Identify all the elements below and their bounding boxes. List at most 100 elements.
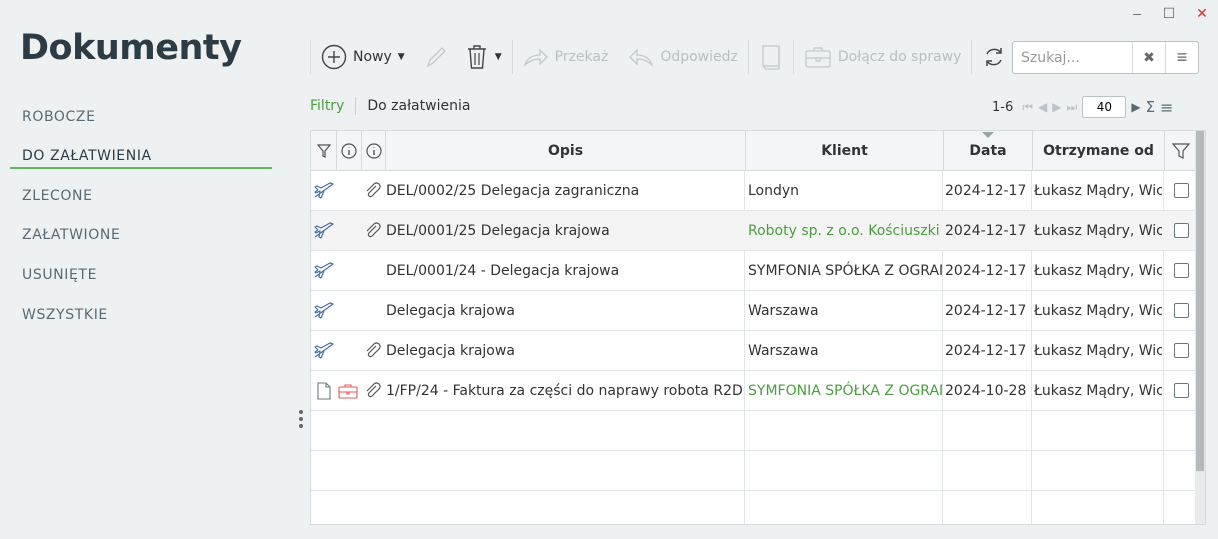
table-row[interactable]: 1/FP/24 - Faktura za części do naprawy r… (311, 371, 1197, 411)
toolbar-divider (792, 40, 794, 74)
reply-button-label: Odpowiedz (660, 49, 738, 65)
panel-splitter-handle[interactable] (299, 410, 303, 431)
paperclip-icon (362, 171, 384, 210)
cell-klient: Warszawa (748, 302, 819, 319)
checkbox-box (1173, 263, 1189, 278)
table-row[interactable]: DEL/0001/25 Delegacja krajowa Roboty sp. … (311, 211, 1197, 251)
forward-button[interactable]: Przekaż (519, 36, 613, 78)
cell-klient: Londyn (748, 182, 800, 199)
table-row[interactable]: Delegacja krajowa Warszawa 2024-12-17 Łukas… (311, 331, 1197, 371)
sidebar-item-zalatwione[interactable]: ZAŁATWIONE (22, 227, 120, 243)
cell-opis: Delegacja krajowa (386, 302, 515, 319)
cell-klient: Roboty sp. z o.o. Kościuszki 1, Warszawa (748, 222, 942, 239)
search-input[interactable] (1013, 42, 1132, 73)
pager-range: 1-6 (992, 99, 1014, 115)
checkbox-box (1173, 343, 1189, 358)
sidebar-item-do-zalatwienia[interactable]: DO ZAŁATWIENIA (22, 148, 152, 164)
apply-page-size-icon[interactable]: ▶ (1131, 100, 1140, 114)
book-button[interactable] (755, 36, 787, 78)
row-checkbox[interactable] (1165, 211, 1197, 250)
sum-icon[interactable]: Σ (1146, 98, 1155, 116)
close-icon: ✕ (1196, 4, 1208, 21)
forward-button-label: Przekaż (554, 49, 609, 65)
page-size-input[interactable] (1082, 96, 1127, 118)
search-clear-button[interactable]: ✖ (1132, 42, 1165, 73)
document-icon (315, 371, 333, 410)
filter-bar: Filtry Do załatwienia (310, 96, 470, 116)
info-icon (365, 142, 382, 159)
column-header-data[interactable]: Data (944, 131, 1033, 170)
grid-header: Opis Klient Data Otrzymane od (311, 131, 1197, 171)
sidebar-item-wszystkie[interactable]: WSZYSTKIE (22, 307, 108, 323)
row-checkbox[interactable] (1165, 251, 1197, 290)
briefcase-icon (805, 47, 831, 68)
column-chooser-header[interactable] (1165, 131, 1197, 170)
cell-opis: Delegacja krajowa (386, 342, 515, 359)
row-checkbox[interactable] (1165, 331, 1197, 370)
cell-data: 2024-12-17 (945, 222, 1027, 239)
table-row[interactable]: DEL/0001/24 - Delegacja krajowa SYMFONIA … (311, 251, 1197, 291)
prev-page-icon[interactable]: ◀ (1038, 100, 1047, 114)
sort-descending-icon (982, 132, 994, 138)
paperclip-icon (362, 371, 384, 410)
book-icon (762, 45, 780, 70)
plane-icon (313, 211, 335, 250)
info-column-header[interactable] (337, 131, 362, 170)
scrollbar-thumb[interactable] (1196, 131, 1204, 471)
info-column-header[interactable] (362, 131, 386, 170)
toolbar-divider (971, 40, 973, 74)
forward-arrow-icon (523, 48, 548, 68)
column-header-opis[interactable]: Opis (386, 131, 746, 170)
list-menu-icon[interactable]: ≡ (1160, 98, 1173, 117)
checkbox-box (1173, 183, 1189, 198)
plane-icon (313, 251, 335, 290)
reply-button[interactable]: Odpowiedz (624, 36, 742, 78)
plane-icon (313, 171, 335, 210)
new-button-label: Nowy (353, 49, 392, 65)
cell-data: 2024-12-17 (945, 262, 1027, 279)
new-button[interactable]: Nowy ▼ (317, 36, 409, 78)
edit-button[interactable] (419, 36, 453, 78)
row-checkbox[interactable] (1165, 371, 1197, 410)
page-title: Dokumenty (20, 28, 242, 68)
minimize-button[interactable]: – (1128, 4, 1146, 22)
breadcrumb: Do załatwienia (367, 98, 471, 114)
attach-to-case-button[interactable]: Dołącz do sprawy (800, 36, 966, 78)
search-menu-button[interactable]: ≡ (1165, 42, 1198, 73)
minimize-icon: – (1133, 5, 1141, 21)
cell-data: 2024-12-17 (945, 342, 1027, 359)
paperclip-icon (362, 331, 384, 370)
table-row[interactable]: DEL/0002/25 Delegacja zagraniczna Londyn 2… (311, 171, 1197, 211)
grid-scrollbar[interactable] (1195, 131, 1205, 524)
filter-column-header[interactable] (311, 131, 337, 170)
delete-button[interactable]: ▼ (461, 36, 506, 78)
trash-icon (467, 45, 486, 69)
pager: 1-6 ⏮ ◀ ▶ ⏭ ▶ Σ ≡ (992, 96, 1173, 118)
pencil-icon (426, 47, 446, 68)
paperclip-icon (362, 211, 384, 250)
sidebar-item-usuniete[interactable]: USUNIĘTE (22, 267, 97, 283)
toolbar-divider (511, 40, 513, 74)
table-row[interactable]: Delegacja krajowa Warszawa 2024-12-17 Łukas… (311, 291, 1197, 331)
filters-link[interactable]: Filtry (310, 98, 344, 114)
search-box: ✖ ≡ (1012, 41, 1199, 74)
column-header-data-label: Data (969, 142, 1007, 159)
sidebar-active-indicator (10, 167, 272, 169)
next-page-icon[interactable]: ▶ (1052, 100, 1061, 114)
close-button[interactable]: ✕ (1193, 4, 1211, 22)
first-page-icon[interactable]: ⏮ (1022, 100, 1033, 115)
reply-arrow-icon (629, 48, 654, 68)
chevron-down-icon: ▼ (494, 52, 502, 62)
last-page-icon[interactable]: ⏭ (1067, 100, 1078, 115)
maximize-button[interactable]: ☐ (1160, 4, 1178, 22)
column-header-klient[interactable]: Klient (746, 131, 944, 170)
filter-bar-divider (355, 97, 357, 115)
filter-icon (316, 143, 331, 158)
column-header-otrzymane[interactable]: Otrzymane od (1033, 131, 1165, 170)
sidebar-item-robocze[interactable]: ROBOCZE (22, 109, 96, 125)
sidebar-item-zlecone[interactable]: ZLECONE (22, 188, 93, 204)
row-checkbox[interactable] (1165, 291, 1197, 330)
refresh-button[interactable] (978, 36, 1010, 78)
row-checkbox[interactable] (1165, 171, 1197, 210)
cell-opis: DEL/0001/25 Delegacja krajowa (386, 222, 610, 239)
